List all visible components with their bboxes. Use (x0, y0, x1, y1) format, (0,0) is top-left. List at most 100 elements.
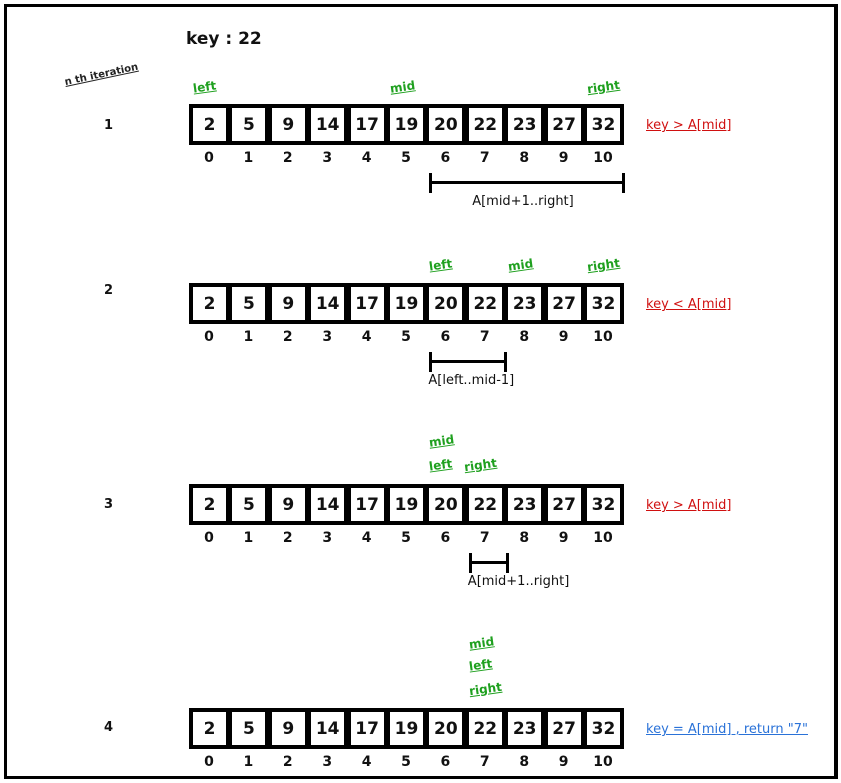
array-index: 10 (593, 329, 613, 345)
range-bracket (468, 553, 509, 573)
array-cell: 19 (386, 104, 427, 145)
array-index: 4 (361, 530, 372, 546)
range-label: A[left..mid-1] (428, 373, 515, 388)
array-index: 9 (558, 530, 569, 546)
array-row: 2 0 5 1 9 2 14 3 17 4 19 5 20 6 22 7 23 8 27 9 32 10 (189, 283, 624, 345)
array-cell: 17 (346, 283, 388, 324)
range-bracket (429, 173, 625, 193)
array-index: 7 (479, 530, 490, 546)
array-cell: 27 (543, 484, 585, 525)
array-index: 8 (519, 754, 530, 770)
array-index: 10 (593, 150, 613, 166)
array-cell: 9 (267, 708, 309, 749)
array-index: 5 (401, 530, 411, 546)
array-index: 5 (401, 754, 411, 770)
array-index: 4 (361, 329, 372, 345)
array-cell: 23 (504, 708, 546, 749)
array-index: 8 (519, 150, 530, 166)
array-cell: 20 (425, 104, 467, 145)
array-cell: 22 (464, 283, 506, 324)
array-index: 0 (204, 329, 214, 345)
condition-label: key > A[mid] (646, 118, 732, 133)
array-index: 0 (204, 530, 214, 546)
condition-label: key < A[mid] (646, 297, 732, 312)
array-cell: 14 (307, 283, 349, 324)
array-index: 3 (322, 530, 333, 546)
array-cell: 9 (267, 283, 309, 324)
array-index: 2 (282, 150, 293, 166)
iteration-number: 2 (104, 283, 114, 298)
array-cell: 22 (464, 484, 506, 525)
array-index: 5 (401, 150, 411, 166)
array-cell: 5 (228, 484, 270, 525)
array-index: 7 (479, 329, 490, 345)
array-cell: 14 (307, 104, 349, 145)
array-index: 7 (479, 150, 490, 166)
array-cell: 14 (307, 708, 349, 749)
array-index: 9 (558, 329, 569, 345)
array-index: 6 (440, 329, 451, 345)
array-cell: 23 (504, 104, 546, 145)
array-cell: 19 (386, 484, 427, 525)
array-index: 0 (204, 754, 214, 770)
array-index: 6 (440, 150, 451, 166)
array-index: 1 (243, 329, 254, 345)
key-title: key : 22 (186, 29, 262, 49)
array-cell: 32 (583, 104, 624, 145)
array-index: 4 (361, 150, 372, 166)
array-index: 5 (401, 329, 411, 345)
array-index: 6 (440, 754, 451, 770)
array-index: 1 (243, 530, 254, 546)
array-cell: 17 (346, 484, 388, 525)
array-index: 2 (282, 754, 293, 770)
array-index: 10 (593, 754, 613, 770)
range-label: A[mid+1..right] (472, 194, 574, 209)
range-bracket (429, 352, 507, 372)
array-cell: 23 (504, 484, 546, 525)
array-cell: 27 (543, 104, 585, 145)
array-cell: 32 (583, 283, 624, 324)
array-cell: 9 (267, 484, 309, 525)
array-index: 8 (519, 530, 530, 546)
array-cell: 17 (346, 708, 388, 749)
array-index: 4 (361, 754, 372, 770)
array-cell: 27 (543, 283, 585, 324)
array-cell: 32 (583, 484, 624, 525)
array-index: 2 (282, 530, 293, 546)
array-cell: 5 (228, 708, 270, 749)
range-label: A[mid+1..right] (467, 574, 570, 589)
array-cell: 5 (228, 104, 270, 145)
array-index: 8 (519, 329, 530, 345)
array-cell: 2 (189, 283, 230, 324)
array-cell: 19 (386, 708, 427, 749)
array-cell: 19 (386, 283, 427, 324)
array-cell: 2 (189, 104, 230, 145)
array-index: 3 (322, 754, 333, 770)
condition-label: key = A[mid] , return "7" (646, 722, 808, 737)
array-cell: 22 (464, 104, 506, 145)
array-cell: 27 (543, 708, 585, 749)
array-cell: 20 (425, 708, 467, 749)
array-cell: 22 (464, 708, 506, 749)
array-index: 1 (243, 754, 254, 770)
array-index: 1 (243, 150, 254, 166)
array-index: 3 (322, 329, 333, 345)
array-cell: 20 (425, 484, 467, 525)
iteration-number: 1 (104, 118, 114, 133)
array-cell: 20 (425, 283, 467, 324)
array-index: 2 (282, 329, 293, 345)
array-cell: 23 (504, 283, 546, 324)
array-row: 2 0 5 1 9 2 14 3 17 4 19 5 20 6 22 7 23 8 27 9 32 10 (189, 104, 624, 166)
iteration-number: 3 (104, 497, 114, 512)
array-index: 0 (204, 150, 214, 166)
iteration-number: 4 (104, 720, 114, 735)
condition-label: key > A[mid] (646, 498, 732, 513)
array-row: 2 0 5 1 9 2 14 3 17 4 19 5 20 6 22 7 23 8 27 9 32 10 (189, 484, 624, 546)
array-row: 2 0 5 1 9 2 14 3 17 4 19 5 20 6 22 7 23 8 27 9 32 10 (189, 708, 624, 770)
array-cell: 2 (189, 708, 230, 749)
array-cell: 32 (583, 708, 624, 749)
array-index: 9 (558, 754, 569, 770)
array-cell: 17 (346, 104, 388, 145)
array-index: 6 (440, 530, 451, 546)
array-index: 10 (593, 530, 613, 546)
